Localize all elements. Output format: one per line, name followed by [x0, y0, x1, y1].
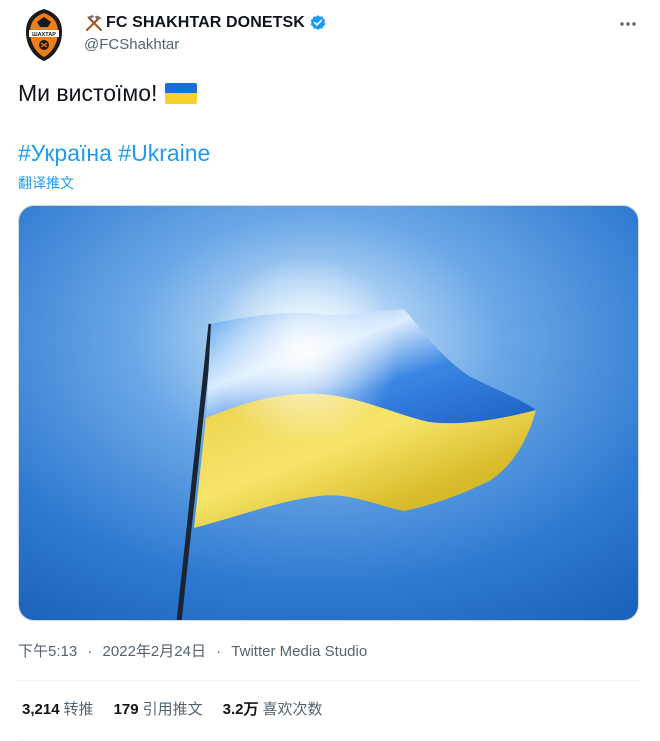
- verified-badge-icon: [310, 15, 326, 30]
- hashtag-line: #Україна #Ukraine: [18, 138, 210, 168]
- meta-separator-2: ·: [216, 643, 222, 660]
- tweet-meta: 下午5:13 · 2022年2月24日 · Twitter Media Stud…: [18, 640, 367, 661]
- author-names: FC SHAKHTAR DONETSK @FCShakhtar: [84, 12, 327, 53]
- quote-tweets-stat[interactable]: 179 引用推文: [114, 698, 203, 719]
- tweet-media-photo[interactable]: [18, 205, 639, 621]
- tweet-header: ШАХТАР FC SHAKHTAR DONETSK @FCShakhtar: [18, 6, 642, 62]
- meta-separator: ·: [87, 643, 93, 660]
- likes-label: 喜欢次数: [262, 701, 323, 718]
- likes-count: 3.2万: [222, 701, 259, 718]
- display-name: FC SHAKHTAR DONETSK: [106, 14, 305, 31]
- divider: [18, 680, 642, 681]
- ukraine-flag-photo: [19, 206, 638, 620]
- more-options-icon[interactable]: [618, 14, 638, 34]
- display-name-row[interactable]: FC SHAKHTAR DONETSK: [84, 12, 327, 34]
- retweets-label: 转推: [63, 701, 94, 718]
- tweet-detail: ШАХТАР FC SHAKHTAR DONETSK @FCShakhtar М…: [0, 0, 660, 741]
- translate-tweet-link[interactable]: 翻译推文: [18, 173, 74, 193]
- retweets-stat[interactable]: 3,214 转推: [22, 698, 94, 719]
- tweet-date[interactable]: 2022年2月24日: [103, 643, 206, 660]
- hashtag-ukraina[interactable]: #Україна: [18, 140, 112, 166]
- shakhtar-crest-icon: ШАХТАР: [26, 9, 62, 61]
- avatar[interactable]: ШАХТАР: [24, 8, 64, 62]
- hammer-pick-icon: [85, 15, 103, 32]
- quote-tweets-count: 179: [113, 701, 139, 718]
- tweet-time[interactable]: 下午5:13: [18, 643, 77, 660]
- tweet-text: Ми вистоїмо!: [18, 78, 198, 108]
- tweet-stats: 3,214 转推 179 引用推文 3.2万 喜欢次数: [22, 698, 322, 719]
- tweet-source[interactable]: Twitter Media Studio: [231, 643, 367, 660]
- svg-text:ШАХТАР: ШАХТАР: [32, 32, 56, 38]
- hashtag-ukraine[interactable]: #Ukraine: [118, 140, 210, 166]
- ukraine-flag-icon: [165, 82, 198, 104]
- likes-stat[interactable]: 3.2万 喜欢次数: [223, 698, 323, 719]
- retweets-count: 3,214: [22, 701, 60, 718]
- tweet-text-content: Ми вистоїмо!: [18, 80, 158, 106]
- quote-tweets-label: 引用推文: [142, 701, 203, 718]
- author-handle[interactable]: @FCShakhtar: [84, 36, 327, 53]
